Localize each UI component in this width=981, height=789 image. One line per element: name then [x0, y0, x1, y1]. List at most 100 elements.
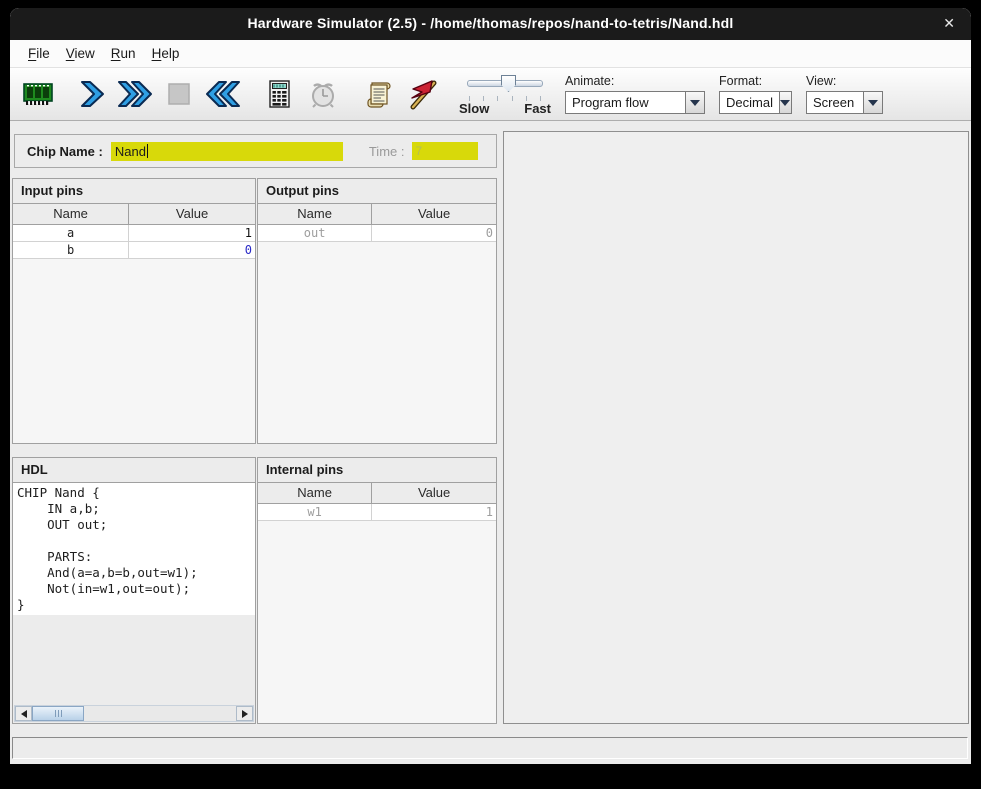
chip-name-label: Chip Name :: [27, 144, 103, 159]
single-step-icon: [76, 78, 106, 110]
single-step-button[interactable]: [69, 72, 113, 116]
name-column-header: Name: [258, 483, 372, 503]
pin-value: 1: [372, 504, 496, 520]
pin-value: 0: [372, 225, 496, 241]
calculator-icon: [264, 78, 294, 110]
stop-button: [157, 72, 201, 116]
load-chip-icon: [21, 78, 55, 110]
pin-name: a: [13, 225, 129, 241]
horizontal-scrollbar: [14, 705, 254, 722]
scroll-left-icon[interactable]: [15, 706, 32, 721]
window-title: Hardware Simulator (2.5) - /home/thomas/…: [10, 15, 971, 31]
run-icon: [116, 78, 154, 110]
table-header: Name Value: [13, 204, 255, 225]
hdl-viewer: CHIP Nand { IN a,b; OUT out; PARTS: And(…: [13, 482, 255, 723]
value-column-header: Value: [372, 483, 496, 503]
clock-button: [301, 72, 345, 116]
menu-file[interactable]: File: [20, 42, 58, 65]
flag-button[interactable]: [401, 72, 445, 116]
run-button[interactable]: [113, 72, 157, 116]
output-pins-table: Name Value out 0: [258, 203, 496, 443]
animate-label: Animate:: [565, 74, 705, 88]
animate-value: Program flow: [566, 92, 655, 113]
time-field: 7: [412, 142, 478, 160]
input-pins-title: Input pins: [13, 179, 255, 203]
script-icon: [363, 78, 395, 110]
format-label: Format:: [719, 74, 792, 88]
value-column-header: Value: [129, 204, 255, 224]
code-line: PARTS:: [17, 549, 255, 565]
code-line: [17, 533, 255, 549]
reset-button[interactable]: [201, 72, 245, 116]
table-row: out 0: [258, 225, 496, 242]
hdl-title: HDL: [13, 458, 255, 482]
code-line: OUT out;: [17, 517, 255, 533]
output-pins-panel: Output pins Name Value out 0: [257, 178, 497, 444]
chip-name-input[interactable]: Nand: [111, 142, 343, 161]
pin-name: out: [258, 225, 372, 241]
time-value: 7: [415, 144, 422, 158]
chip-name-bar: Chip Name : Nand Time : 7: [14, 134, 497, 168]
app-window: Hardware Simulator (2.5) - /home/thomas/…: [10, 8, 971, 764]
chip-name-value: Nand: [115, 144, 146, 159]
menu-run[interactable]: Run: [103, 42, 144, 65]
title-bar: Hardware Simulator (2.5) - /home/thomas/…: [10, 8, 971, 40]
time-label: Time :: [369, 144, 405, 159]
table-row[interactable]: a 1: [13, 225, 255, 242]
value-column-header: Value: [372, 204, 496, 224]
reset-icon: [204, 78, 242, 110]
code-line: Not(in=w1,out=out);: [17, 581, 255, 597]
table-header: Name Value: [258, 204, 496, 225]
close-icon[interactable]: ✕: [943, 15, 955, 32]
slider-thumb[interactable]: [501, 75, 516, 92]
menu-view[interactable]: View: [58, 42, 103, 65]
input-pins-panel: Input pins Name Value a 1 b 0: [12, 178, 256, 444]
slider-slow-label: Slow: [459, 101, 489, 116]
animate-select[interactable]: Program flow: [565, 91, 705, 114]
pin-name: w1: [258, 504, 372, 520]
pin-value[interactable]: 1: [129, 225, 255, 241]
view-hdl-button[interactable]: [357, 72, 401, 116]
pin-name: b: [13, 242, 129, 258]
format-select[interactable]: Decimal: [719, 91, 792, 114]
toolbar: Slow Fast Animate: Program flow Format: …: [10, 68, 971, 121]
code-line: And(a=a,b=b,out=w1);: [17, 565, 255, 581]
internal-pins-table: Name Value w1 1: [258, 482, 496, 723]
pin-value[interactable]: 0: [129, 242, 255, 258]
chevron-down-icon[interactable]: [779, 92, 791, 113]
code-line: IN a,b;: [17, 501, 255, 517]
clock-icon: [307, 78, 339, 110]
chevron-down-icon[interactable]: [685, 92, 704, 113]
table-header: Name Value: [258, 483, 496, 504]
table-row[interactable]: b 0: [13, 242, 255, 259]
menu-bar: File View Run Help: [10, 40, 971, 68]
format-value: Decimal: [720, 92, 779, 113]
flag-icon: [407, 78, 439, 110]
status-bar: [12, 737, 968, 759]
scroll-right-icon[interactable]: [236, 706, 253, 721]
internal-pins-title: Internal pins: [258, 458, 496, 482]
animate-group: Animate: Program flow: [565, 74, 705, 114]
stop-icon: [164, 79, 194, 109]
main-content: Chip Name : Nand Time : 7 Input pins Nam…: [10, 121, 971, 764]
input-pins-table: Name Value a 1 b 0: [13, 203, 255, 443]
view-label: View:: [806, 74, 883, 88]
format-group: Format: Decimal: [719, 74, 792, 114]
slider-fast-label: Fast: [524, 101, 551, 116]
hdl-code[interactable]: CHIP Nand { IN a,b; OUT out; PARTS: And(…: [13, 483, 255, 615]
screen-display-panel: [503, 131, 969, 724]
scrollbar-thumb[interactable]: [32, 706, 84, 721]
view-group: View: Screen: [806, 74, 883, 114]
speed-slider: Slow Fast: [459, 71, 551, 117]
hdl-panel: HDL CHIP Nand { IN a,b; OUT out; PARTS: …: [12, 457, 256, 724]
menu-help[interactable]: Help: [144, 42, 188, 65]
code-line: }: [17, 597, 255, 613]
text-caret: [147, 144, 149, 158]
name-column-header: Name: [13, 204, 129, 224]
evaluate-button[interactable]: [257, 72, 301, 116]
table-row: w1 1: [258, 504, 496, 521]
chevron-down-icon[interactable]: [863, 92, 882, 113]
load-chip-button[interactable]: [16, 72, 60, 116]
view-select[interactable]: Screen: [806, 91, 883, 114]
name-column-header: Name: [258, 204, 372, 224]
